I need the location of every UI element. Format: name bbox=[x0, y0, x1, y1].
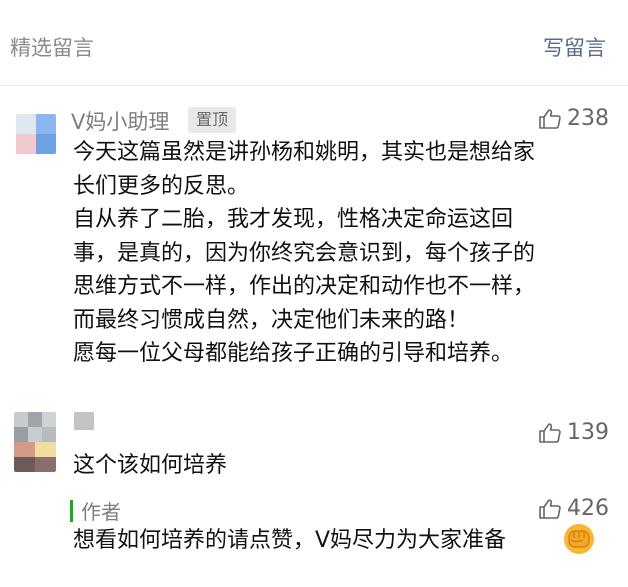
pinned-badge: 置顶 bbox=[188, 107, 237, 133]
author-reply-tag: 作者 bbox=[70, 496, 121, 525]
reply-text: 想看如何培养的请点赞，V妈尽力为大家准备 bbox=[73, 528, 507, 553]
like-count: 139 bbox=[567, 420, 609, 445]
section-title: 精选留言 bbox=[10, 36, 94, 60]
thumbs-up-icon bbox=[539, 498, 561, 519]
avatar[interactable] bbox=[16, 114, 56, 154]
comment-line: 思维方式不一样，作出的决定和动作也不一样， bbox=[73, 274, 536, 299]
comment-line: 而最终习惯成自然，决定他们未来的路！ bbox=[73, 307, 470, 333]
like-button[interactable]: 139 bbox=[538, 420, 609, 445]
thumbs-up-icon bbox=[539, 108, 561, 129]
comment-line: 自从养了二胎，我才发现，性格决定命运这回 bbox=[73, 207, 514, 232]
comment-line: 今天这篇虽然是讲孙杨和姚明，其实也是想给家 bbox=[73, 140, 536, 165]
comment-author-name[interactable] bbox=[74, 412, 94, 430]
comment-body: 这个该如何培养 bbox=[73, 449, 613, 483]
reply-body: 想看如何培养的请点赞，V妈尽力为大家准备 bbox=[73, 524, 563, 558]
like-count: 426 bbox=[567, 496, 609, 521]
comment-line: 事，是真的，因为你终究会意识到，每个孩子的 bbox=[73, 240, 536, 266]
write-comment-button[interactable]: 写留言 bbox=[543, 32, 606, 62]
reply-like-button[interactable]: 426 bbox=[538, 496, 609, 521]
fist-emoji-icon bbox=[564, 524, 594, 554]
comment-line: 愿每一位父母都能给孩子正确的引导和培养。 bbox=[73, 341, 514, 366]
like-count: 238 bbox=[567, 106, 609, 131]
comment-line: 这个该如何培养 bbox=[73, 453, 228, 478]
author-indicator-bar bbox=[70, 499, 73, 522]
comment-author-name[interactable]: V妈小助理 bbox=[71, 106, 169, 136]
avatar[interactable] bbox=[14, 412, 56, 472]
thumbs-up-icon bbox=[539, 422, 561, 443]
like-button[interactable]: 238 bbox=[538, 106, 609, 131]
comment-body: 今天这篇虽然是讲孙杨和姚明，其实也是想给家 长们更多的反思。 自从养了二胎，我才… bbox=[73, 136, 613, 371]
header-divider bbox=[0, 85, 628, 86]
author-label: 作者 bbox=[81, 500, 121, 524]
comment-line: 长们更多的反思。 bbox=[73, 173, 250, 199]
